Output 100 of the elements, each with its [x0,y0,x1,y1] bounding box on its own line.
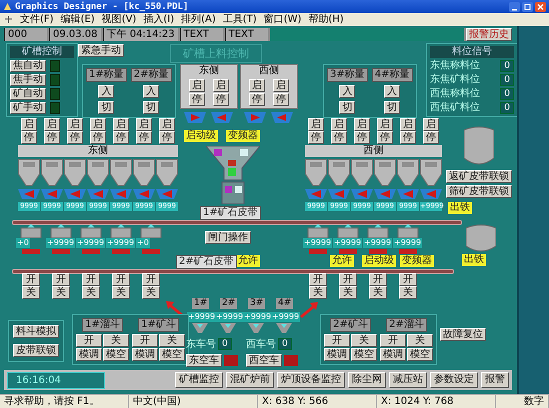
start-button[interactable]: 启 [249,79,265,92]
fault-reset-button[interactable]: 故障复位 [440,328,486,341]
open-button[interactable]: 开 [309,273,327,286]
stop-button[interactable]: 停 [44,131,60,144]
empty-car-button[interactable]: 西空车 [246,354,282,367]
open-button[interactable]: 开 [112,273,130,286]
chute-button[interactable]: 模调 [324,348,350,361]
chute-button[interactable]: 模空 [407,348,433,361]
close-button[interactable]: 关 [399,286,417,299]
open-button[interactable]: 开 [369,273,387,286]
stop-button[interactable]: 停 [354,131,370,144]
menu-item[interactable]: 帮助(H) [308,14,344,26]
chute-button[interactable]: 开 [380,334,406,347]
simulation-button[interactable]: 皮带联锁 [13,344,59,357]
start-button[interactable]: 启 [213,79,229,92]
stop-button[interactable]: 停 [113,131,129,144]
chute-button[interactable]: 开 [132,334,158,347]
cut-button[interactable]: 切 [384,101,400,114]
stop-button[interactable]: 停 [136,131,152,144]
in-button[interactable]: 入 [339,85,356,98]
stop-button[interactable]: 停 [21,131,37,144]
stop-button[interactable]: 停 [377,131,393,144]
chute-button[interactable]: 开 [324,334,350,347]
in-button[interactable]: 入 [384,85,400,98]
start-button[interactable]: 启 [189,79,205,92]
nav-button[interactable]: 除尘网 [348,372,386,388]
menu-item[interactable]: 文件(F) [20,14,54,26]
nav-button[interactable]: 减压站 [389,372,427,388]
chute-button[interactable]: 关 [159,334,185,347]
close-icon[interactable] [535,2,546,12]
nav-button[interactable]: 报警 [481,372,509,388]
close-button[interactable]: 关 [22,286,40,299]
nav-button[interactable]: 参数设定 [430,372,478,388]
stop-button[interactable]: 停 [400,131,416,144]
chute-button[interactable]: 模空 [351,348,377,361]
close-button[interactable]: 关 [369,286,387,299]
chute-button[interactable]: 模调 [380,348,406,361]
start-button[interactable]: 启 [354,118,370,131]
close-button[interactable]: 关 [339,286,357,299]
close-button[interactable]: 关 [52,286,70,299]
menu-item[interactable]: 窗口(W) [264,14,302,26]
start-button[interactable]: 启 [308,118,324,131]
mode-button[interactable]: 矿手动 [10,102,46,114]
stop-button[interactable]: 停 [189,93,205,106]
stop-button[interactable]: 停 [249,93,265,106]
start-button[interactable]: 启 [67,118,83,131]
stop-button[interactable]: 停 [331,131,347,144]
stop-button[interactable]: 停 [67,131,83,144]
gate-operate-button[interactable]: 闸门操作 [205,231,251,244]
interlock-button[interactable]: 返矿皮带联锁 [446,170,512,183]
menu-item[interactable]: 插入(I) [143,14,174,26]
chute-button[interactable]: 开 [76,334,102,347]
menu-item[interactable]: 工具(T) [222,14,257,26]
empty-car-button[interactable]: 东空车 [186,354,222,367]
close-button[interactable]: 关 [82,286,100,299]
stop-button[interactable]: 停 [273,93,289,106]
start-button[interactable]: 启 [331,118,347,131]
open-button[interactable]: 开 [399,273,417,286]
chute-button[interactable]: 模空 [103,348,129,361]
chute-button[interactable]: 模调 [132,348,158,361]
chute-button[interactable]: 关 [103,334,129,347]
in-button[interactable]: 入 [98,85,114,98]
nav-button[interactable]: 矿槽监控 [175,372,223,388]
start-button[interactable]: 启 [21,118,37,131]
open-button[interactable]: 开 [52,273,70,286]
stop-button[interactable]: 停 [90,131,106,144]
in-button[interactable]: 入 [143,85,160,98]
open-button[interactable]: 开 [339,273,357,286]
nav-button[interactable]: 混矿炉前 [226,372,274,388]
stop-button[interactable]: 停 [423,131,439,144]
alarm-history-button[interactable]: 报警历史 [466,28,512,41]
close-button[interactable]: 关 [309,286,327,299]
minimize-icon[interactable] [509,2,520,12]
chute-button[interactable]: 模调 [76,348,102,361]
simulation-button[interactable]: 料斗模拟 [13,325,59,338]
start-button[interactable]: 启 [90,118,106,131]
chute-button[interactable]: 关 [407,334,433,347]
mode-button[interactable]: 焦自动 [10,60,46,72]
nav-button[interactable]: 炉顶设备监控 [277,372,345,388]
start-button[interactable]: 启 [273,79,289,92]
open-button[interactable]: 开 [22,273,40,286]
start-button[interactable]: 启 [159,118,175,131]
maximize-icon[interactable] [522,2,533,12]
menu-item[interactable]: 编辑(E) [60,14,95,26]
interlock-button[interactable]: 筛矿皮带联锁 [446,185,512,198]
close-button[interactable]: 关 [142,286,160,299]
chute-button[interactable]: 关 [351,334,377,347]
stop-button[interactable]: 停 [308,131,324,144]
stop-button[interactable]: 停 [213,93,229,106]
start-button[interactable]: 启 [136,118,152,131]
start-button[interactable]: 启 [400,118,416,131]
open-button[interactable]: 开 [82,273,100,286]
menu-item[interactable]: 排列(A) [181,14,216,26]
stop-button[interactable]: 停 [159,131,175,144]
start-button[interactable]: 启 [423,118,439,131]
cut-button[interactable]: 切 [143,101,160,114]
menu-item[interactable]: 视图(V) [102,14,136,26]
close-button[interactable]: 关 [112,286,130,299]
chute-button[interactable]: 模空 [159,348,185,361]
mode-button[interactable]: 焦手动 [10,74,46,86]
